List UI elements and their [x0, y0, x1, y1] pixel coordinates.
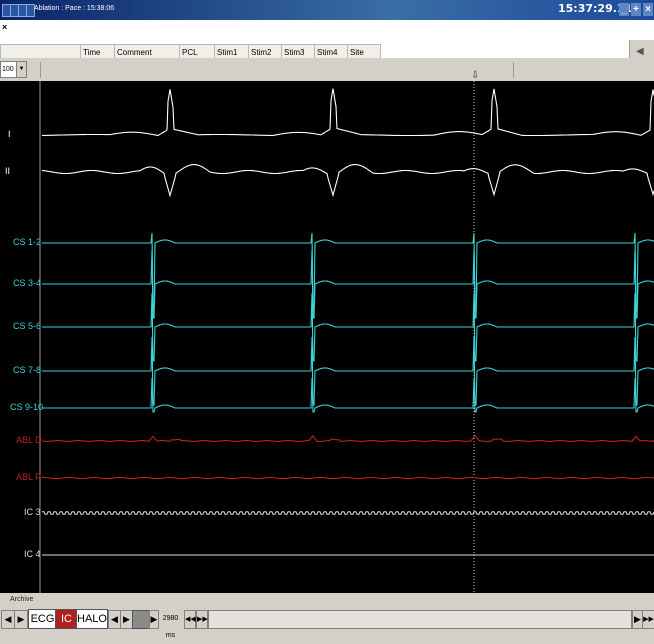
status-bar: Archive ◀ ▶ ECG IC HALO ◀ ▶ ▶ 2980 ms ◀◀…: [0, 593, 654, 639]
maximize-button[interactable]: +: [631, 3, 641, 16]
channel-label[interactable]: II: [5, 166, 10, 176]
channel-label[interactable]: ABL P: [16, 472, 41, 482]
timeline-end-button[interactable]: ▶▶: [642, 610, 654, 629]
scroll-up-icon[interactable]: ◀: [636, 46, 644, 57]
chevron-down-icon[interactable]: ▼: [16, 62, 26, 77]
scroll-left-button[interactable]: ◀: [1, 610, 15, 629]
trace-cs-1-2: [42, 232, 654, 312]
channel-label[interactable]: CS 5-6: [13, 321, 41, 331]
channel-label[interactable]: CS 9-10: [10, 402, 43, 412]
gain-select[interactable]: 100 ▼: [0, 61, 27, 78]
title-bar: Ablation : Pace : 15:38:06 15:37:29.110 …: [0, 0, 654, 20]
channel-label[interactable]: ABL D: [16, 435, 42, 445]
toolbar: 100 ▼: [0, 58, 654, 81]
trace-cs-7-8: [42, 336, 654, 406]
tab-ic[interactable]: IC: [55, 609, 78, 629]
archive-label: Archive: [10, 596, 34, 603]
channel-label[interactable]: CS 1-2: [13, 237, 41, 247]
rewind-button[interactable]: ◀◀: [184, 610, 196, 629]
close-icon[interactable]: ×: [2, 22, 7, 32]
trace-canvas: [39, 81, 654, 593]
scroll-right-button[interactable]: ▶: [14, 610, 28, 629]
window-title: Ablation : Pace : 15:38:06: [34, 5, 115, 12]
trace-cs-5-6: [42, 292, 654, 362]
channel-label[interactable]: IC 3: [24, 507, 41, 517]
trace-abl-d: [41, 434, 654, 442]
cursor-marker-icon[interactable]: ⇩: [471, 70, 479, 81]
timeline-scrollbar[interactable]: [208, 610, 632, 629]
sweep-speed: 2980 ms: [162, 615, 179, 639]
scroll-thumb[interactable]: [132, 610, 150, 629]
close-button[interactable]: ×: [643, 3, 653, 16]
trace-i: [42, 88, 654, 137]
signal-display[interactable]: I II CS 1-2 CS 3-4 CS 5-6 CS 7-8 CS 9-10 ABL DA…: [0, 81, 654, 593]
channel-label[interactable]: IC 4: [24, 549, 41, 559]
trace-ic-3: [42, 511, 654, 515]
trace-abl-p: [41, 476, 654, 480]
time-ruler[interactable]: [40, 62, 514, 78]
event-info-bar: × Time Comment PCL Stim1 Stim2 Stim3 Stim4 Site…: [0, 20, 654, 78]
tab-halo[interactable]: HALO: [76, 609, 108, 629]
channel-label[interactable]: I: [8, 129, 11, 139]
gain-value: 100: [2, 66, 14, 73]
trace-ii: [42, 164, 654, 198]
channel-label[interactable]: CS 3-4: [13, 278, 41, 288]
trace-cs-9-10: [42, 377, 654, 413]
tab-ecg[interactable]: ECG: [28, 609, 57, 629]
minimize-button[interactable]: _: [619, 3, 629, 16]
fast-forward-button[interactable]: ▶▶: [196, 610, 208, 629]
channel-label[interactable]: CS 7-8: [13, 365, 41, 375]
trace-cs-3-4: [42, 249, 654, 319]
